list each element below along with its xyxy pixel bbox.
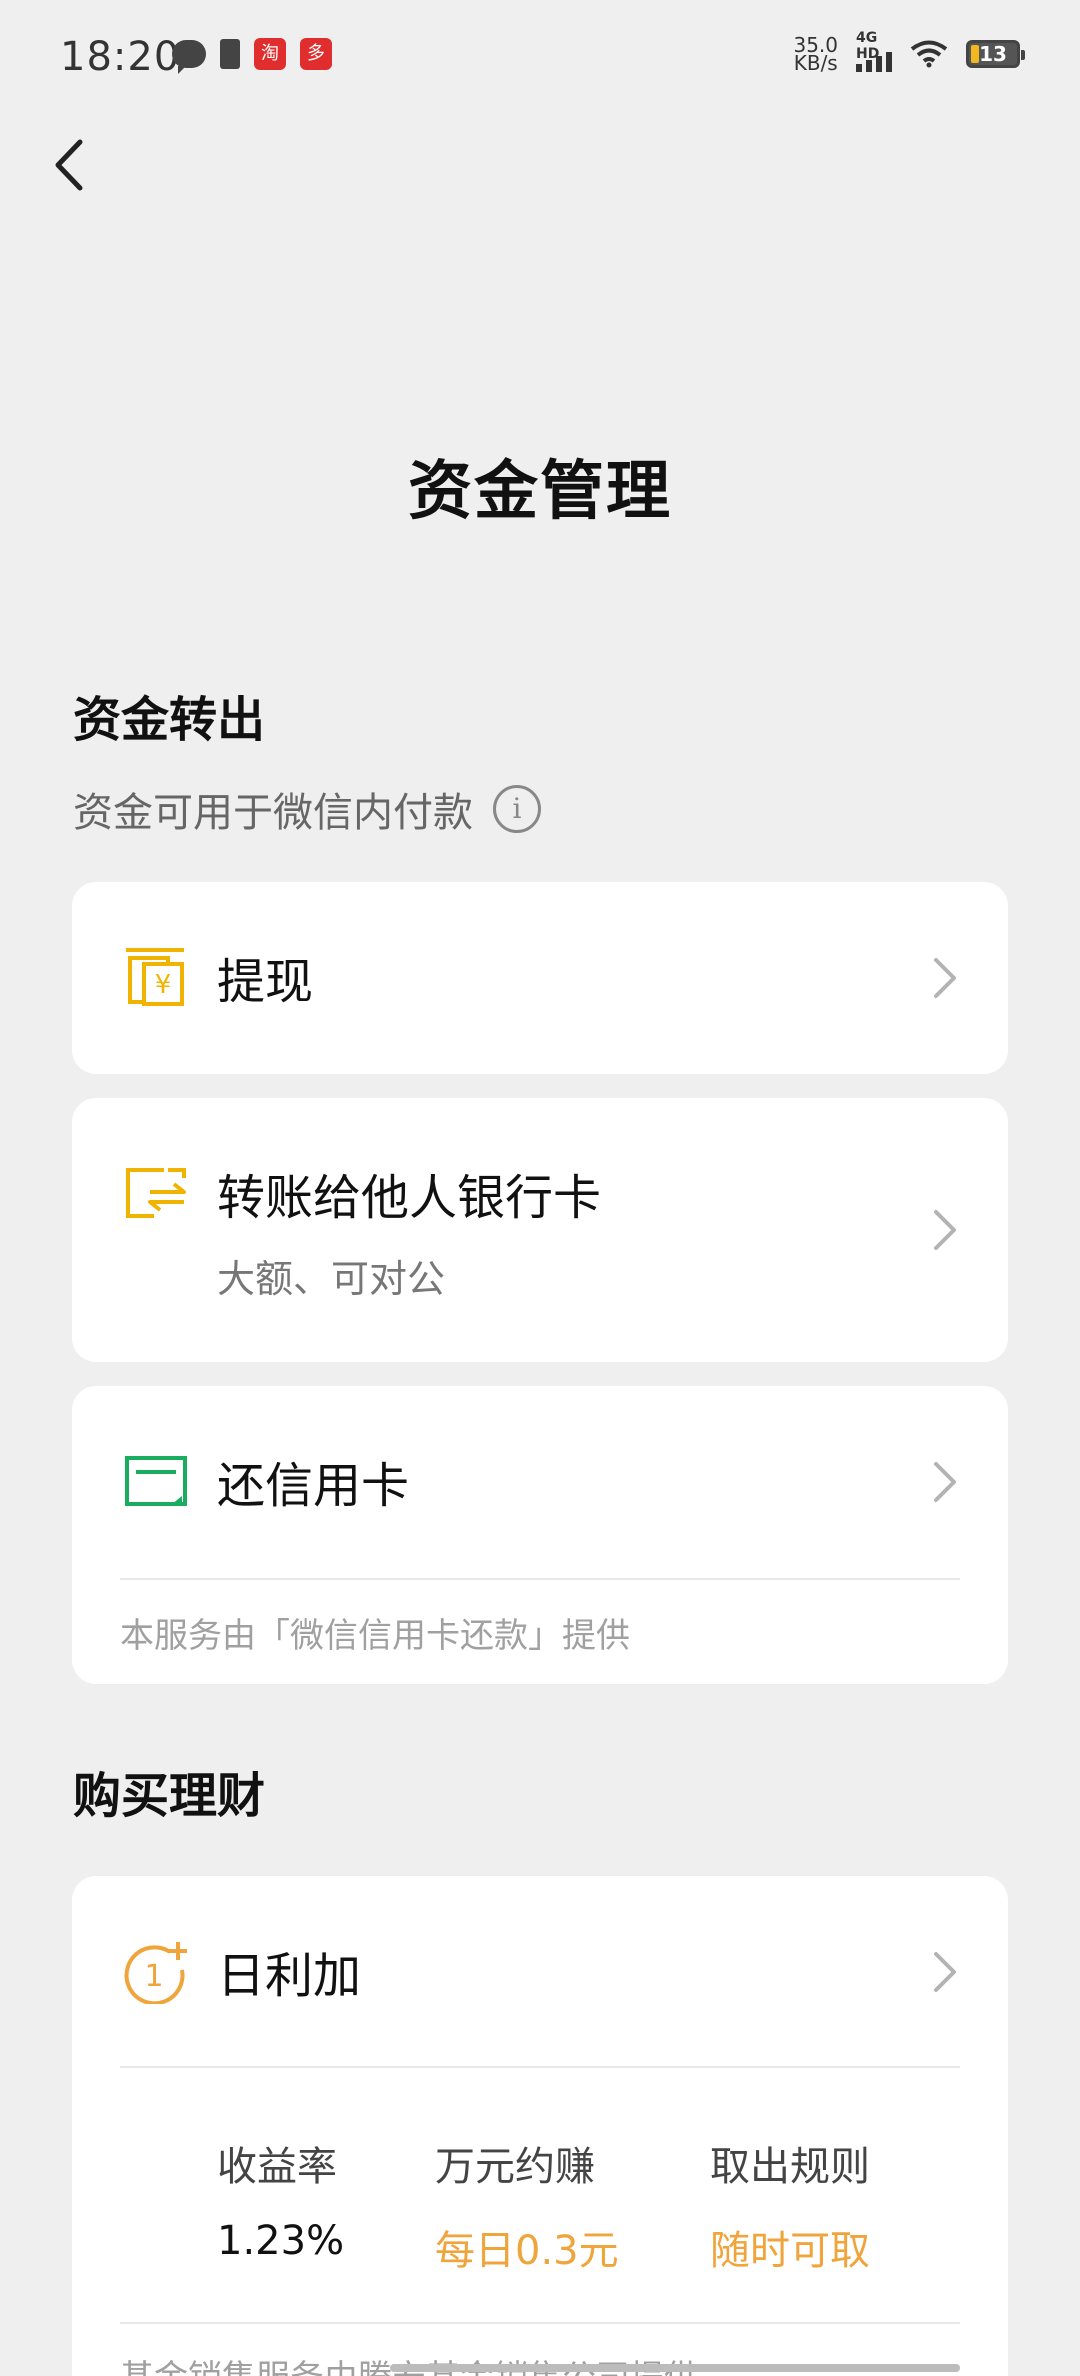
sim-card-icon [220,39,240,69]
notification-icons: 淘 多 [172,38,332,74]
credit-card-provider-note: 本服务由「微信信用卡还款」提供 [120,1616,630,1656]
svg-text:1: 1 [144,1959,163,1994]
daily-plus-icon: 1 [124,1942,187,2004]
message-notification-icon [172,40,206,74]
taobao-app-icon: 淘 [254,38,286,70]
network-speed: 35.0 KB/s [793,33,838,75]
back-arrow-icon[interactable] [40,130,100,200]
bank-transfer-card[interactable]: 转账给他人银行卡 大额、可对公 [72,1098,1008,1362]
stat-earnings: 万元约赚 每日0.3元 [435,2144,619,2274]
stat-yield: 收益率 1.23% [217,2144,345,2264]
cellular-signal-icon: 4G HD [856,30,892,72]
bank-transfer-icon [126,1168,186,1218]
home-indicator[interactable] [390,2364,960,2372]
page-title: 资金管理 [408,455,672,529]
status-time: 18:20 [60,34,181,80]
info-icon[interactable]: i [493,785,541,833]
chevron-right-icon [934,1210,956,1250]
withdraw-card[interactable]: ¥ 提现 [72,882,1008,1074]
fund-provider-note: 基金销售服务由腾安基金销售公司提供 [120,2350,698,2376]
credit-card-repay-card[interactable]: 还信用卡 本服务由「微信信用卡还款」提供 [72,1386,1008,1684]
credit-card-label: 还信用卡 [217,1458,410,1514]
daily-plus-label: 日利加 [217,1948,362,2004]
divider [120,2322,960,2324]
withdraw-label: 提现 [217,954,314,1010]
product-stats: 收益率 1.23% 万元约赚 每日0.3元 取出规则 随时可取 [217,2134,928,2276]
section-title-transfer: 资金转出 [73,692,266,748]
bank-transfer-sublabel: 大额、可对公 [217,1257,446,1301]
battery-icon: 13 [966,40,1025,68]
wifi-icon [910,40,948,68]
withdraw-yuan-icon: ¥ [126,948,184,1006]
divider [120,2066,960,2068]
section-title-invest: 购买理财 [73,1768,266,1824]
stat-withdraw-rule: 取出规则 随时可取 [710,2144,870,2274]
credit-card-icon [125,1456,187,1506]
status-right-icons: 35.0 KB/s 4G HD 13 [793,30,1025,75]
svg-text:¥: ¥ [155,970,172,1000]
pinduoduo-app-icon: 多 [300,38,332,70]
status-bar: 18:20 淘 多 35.0 KB/s 4G HD 13 [0,0,1080,110]
chevron-right-icon [934,1952,956,1992]
daily-plus-card[interactable]: 1 日利加 收益率 1.23% 万元约赚 每日0.3元 取出规则 随时可取 [72,1876,1008,2376]
chevron-right-icon [934,958,956,998]
divider [120,1578,960,1580]
section-subtitle-transfer: 资金可用于微信内付款 i [73,780,541,838]
bank-transfer-label: 转账给他人银行卡 [217,1170,602,1226]
chevron-right-icon [934,1462,956,1502]
